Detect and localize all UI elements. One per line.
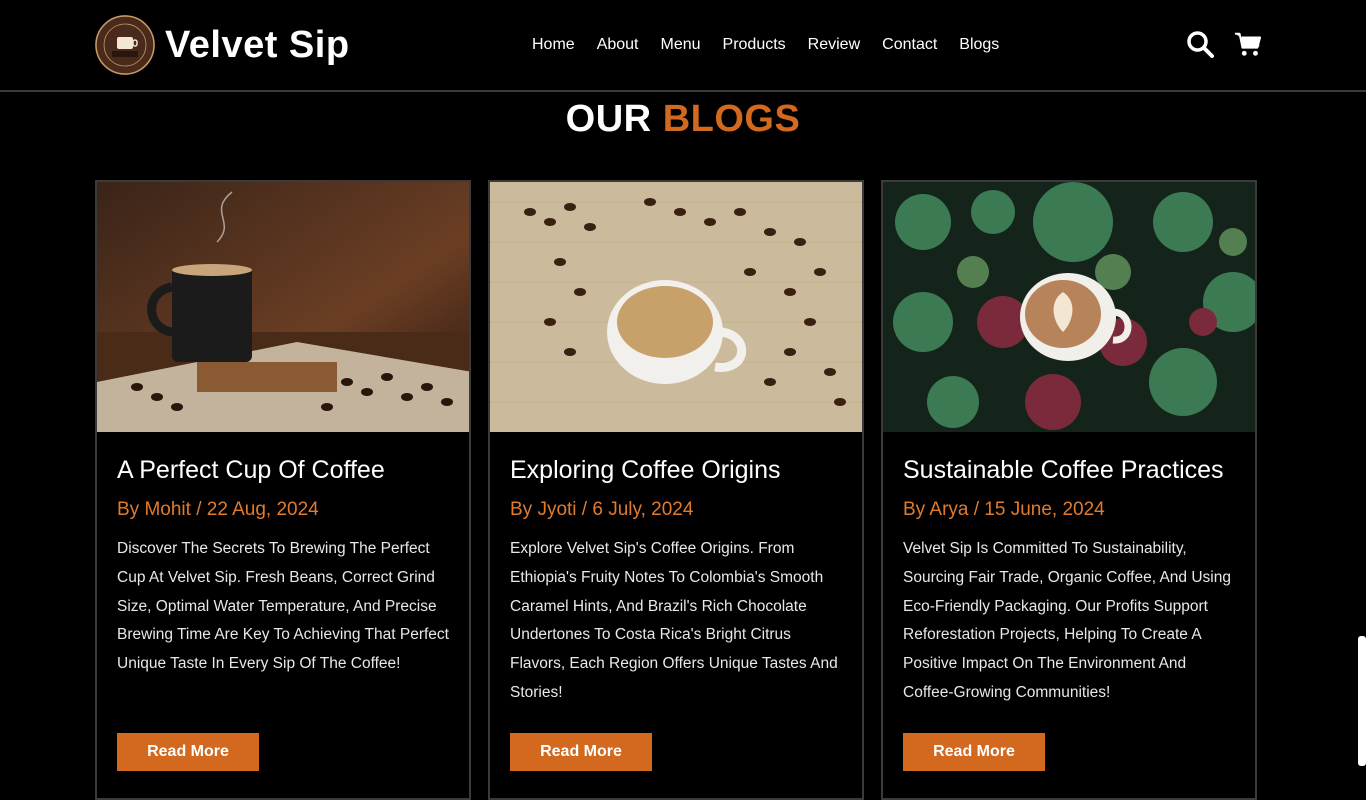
blog-image-coffee-cup[interactable]: [97, 182, 469, 432]
blog-meta: By Mohit / 22 Aug, 2024: [117, 499, 319, 520]
blog-card: Sustainable Coffee Practices By Arya / 1…: [881, 180, 1257, 800]
blog-title[interactable]: A Perfect Cup Of Coffee: [117, 456, 449, 485]
logo-badge-icon: [95, 15, 155, 75]
blog-cards: A Perfect Cup Of Coffee By Mohit / 22 Au…: [95, 180, 1257, 800]
section-title: OUR BLOGS: [0, 98, 1366, 141]
search-icon[interactable]: [1186, 30, 1214, 58]
read-more-button[interactable]: Read More: [117, 733, 259, 771]
nav-contact[interactable]: Contact: [882, 36, 937, 54]
blog-card: A Perfect Cup Of Coffee By Mohit / 22 Au…: [95, 180, 471, 800]
section-title-part2: BLOGS: [662, 98, 801, 140]
read-more-button[interactable]: Read More: [903, 733, 1045, 771]
brand-name: Velvet Sip: [165, 23, 350, 66]
site-header: Velvet Sip Home About Menu Products Revi…: [0, 0, 1366, 92]
blog-description: Explore Velvet Sip's Coffee Origins. Fro…: [510, 540, 838, 701]
page-scrollbar[interactable]: [1358, 636, 1366, 766]
read-more-button[interactable]: Read More: [510, 733, 652, 771]
blog-image-sustainable-coffee[interactable]: [883, 182, 1255, 432]
blog-description: Discover The Secrets To Brewing The Perf…: [117, 540, 449, 673]
blog-title[interactable]: Sustainable Coffee Practices: [903, 456, 1235, 485]
blog-image-coffee-origins[interactable]: [490, 182, 862, 432]
blog-title[interactable]: Exploring Coffee Origins: [510, 456, 842, 485]
main-nav: Home About Menu Products Review Contact …: [532, 36, 999, 54]
nav-blogs[interactable]: Blogs: [959, 36, 999, 54]
blog-description: Velvet Sip Is Committed To Sustainabilit…: [903, 540, 1231, 701]
nav-products[interactable]: Products: [723, 36, 786, 54]
nav-home[interactable]: Home: [532, 36, 575, 54]
brand-logo[interactable]: Velvet Sip: [95, 15, 350, 75]
nav-about[interactable]: About: [597, 36, 639, 54]
nav-review[interactable]: Review: [808, 36, 860, 54]
header-actions: [1186, 30, 1262, 58]
cart-icon[interactable]: [1234, 30, 1262, 58]
nav-menu[interactable]: Menu: [661, 36, 701, 54]
blog-card: Exploring Coffee Origins By Jyoti / 6 Ju…: [488, 180, 864, 800]
blog-meta: By Jyoti / 6 July, 2024: [510, 499, 694, 520]
section-title-part1: OUR: [565, 98, 652, 140]
blog-meta: By Arya / 15 June, 2024: [903, 499, 1105, 520]
